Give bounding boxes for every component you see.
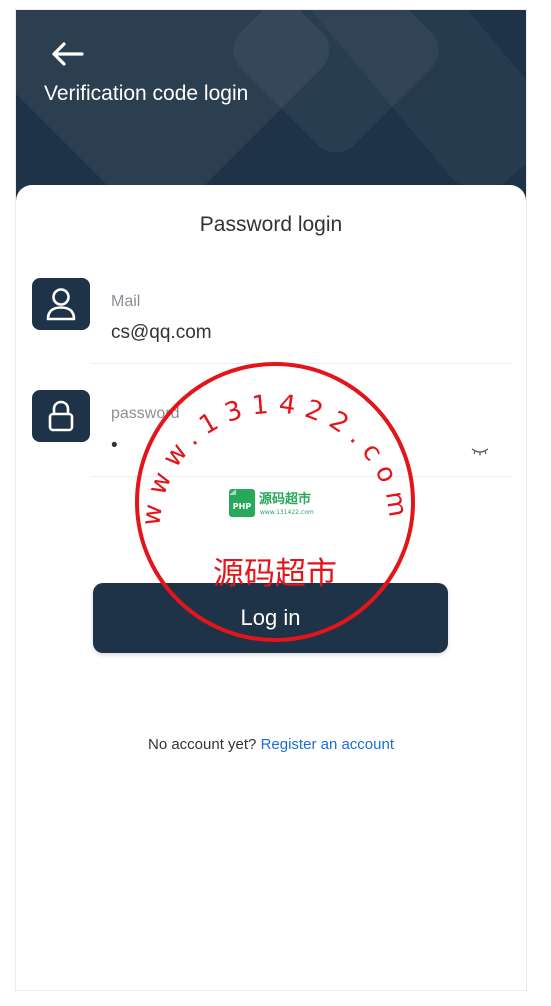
email-field[interactable]: cs@qq.com xyxy=(111,322,212,344)
login-button[interactable]: Log in xyxy=(93,583,448,653)
password-field[interactable]: • xyxy=(111,435,118,457)
eye-closed-icon[interactable] xyxy=(471,443,489,461)
form-title: Password login xyxy=(199,213,343,236)
divider xyxy=(92,476,512,477)
lock-icon xyxy=(32,390,90,442)
app-screen: Verification code login Password login M… xyxy=(16,10,526,990)
arrow-left-icon xyxy=(52,42,84,66)
login-card: Password login Mail cs@qq.com password • xyxy=(16,185,526,990)
register-row: No account yet? Register an account xyxy=(16,736,526,753)
user-icon xyxy=(32,278,90,330)
register-prompt: No account yet? xyxy=(148,736,257,753)
divider xyxy=(92,363,512,364)
back-button[interactable] xyxy=(50,40,86,68)
password-label: password xyxy=(111,405,180,422)
verification-code-login-link[interactable]: Verification code login xyxy=(44,82,248,106)
mail-label: Mail xyxy=(111,293,141,310)
register-link[interactable]: Register an account xyxy=(261,736,394,753)
